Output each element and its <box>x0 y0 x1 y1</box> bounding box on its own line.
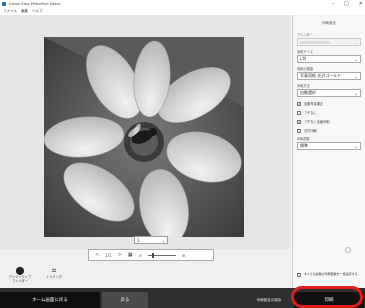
copies-select[interactable]: 標準 ⌄ <box>297 142 361 150</box>
date-print-checkbox[interactable] <box>297 128 301 133</box>
full-print-label: フチなし全面印刷 <box>304 120 330 124</box>
full-print-checkbox[interactable]: ✓ <box>297 119 301 124</box>
grid-view-icon[interactable]: ▦ <box>128 252 133 258</box>
full-print-option[interactable]: ✓ フチなし全面印刷 <box>297 119 361 124</box>
menu-bar: ファイル 編集 ヘルプ <box>0 8 365 15</box>
save-print-settings-button[interactable]: 印刷設定の保存 <box>247 292 291 308</box>
chevron-down-icon: ⌄ <box>354 90 358 96</box>
auto-correct-label: 自動写真補正 <box>304 102 324 106</box>
paper-size-label: 用紙サイズ <box>297 50 313 54</box>
menu-help[interactable]: ヘルプ <box>32 9 43 14</box>
trim-icon: ⌗ <box>51 266 57 275</box>
copies-label: 印刷部数 <box>297 137 310 141</box>
auto-correct-checkbox[interactable]: ✓ <box>297 101 301 106</box>
creative-filter-label: クリエイティブ フィルター <box>8 275 32 283</box>
print-settings-panel: 印刷設定 プリンター ⌄ 用紙サイズ L判 ⌄ 用紙の種類 写真用紙 光沢ゴール… <box>292 15 365 288</box>
page-indicator: 1/1 <box>105 252 112 258</box>
zoom-slider[interactable] <box>147 252 176 258</box>
paper-type-value: 写真用紙 光沢ゴールド <box>300 73 342 78</box>
borderless-label: フチなし <box>304 111 317 115</box>
zoom-in-icon[interactable]: ⊕ <box>182 253 185 258</box>
preview-area: 1 ⌄ < 1/1 > ▦ ⊖ ⊕ <box>0 15 290 261</box>
title-bar: Canon Easy-PhotoPrint Editor – □ ✕ <box>0 0 365 8</box>
creative-filter-tool[interactable]: ⬤ クリエイティブ フィルター <box>8 266 32 283</box>
paper-size-value: L判 <box>300 56 307 61</box>
date-print-label: 日付印刷 <box>304 129 317 133</box>
chevron-down-icon: ⌄ <box>161 237 165 243</box>
close-button[interactable]: ✕ <box>359 1 363 7</box>
window-title: Canon Easy-PhotoPrint Editor <box>9 2 61 6</box>
bulk-copies-option[interactable]: すべての画像の印刷部数を一括指定する <box>297 273 361 277</box>
bulk-copies-checkbox[interactable] <box>297 273 301 277</box>
chevron-down-icon: ⌄ <box>354 143 358 149</box>
date-print-option[interactable]: 日付印刷 <box>297 128 361 133</box>
next-page-icon[interactable]: > <box>118 252 122 258</box>
trim-tool[interactable]: ⌗ トリミング <box>44 266 64 279</box>
window-controls: – □ ✕ <box>332 0 363 8</box>
borderless-checkbox[interactable] <box>297 110 301 115</box>
panel-header: 印刷設定 <box>322 21 336 25</box>
photo-preview <box>44 37 244 237</box>
printer-name-redacted <box>300 40 330 44</box>
maximize-button[interactable]: □ <box>344 1 349 7</box>
home-button[interactable]: ホーム画面に戻る <box>0 292 100 308</box>
minimize-button[interactable]: – <box>332 1 335 7</box>
menu-edit[interactable]: 編集 <box>21 9 28 14</box>
edit-tools: ⬤ クリエイティブ フィルター ⌗ トリミング <box>0 264 290 288</box>
page-selector-value: 1 <box>137 237 140 243</box>
copies-value: 標準 <box>300 143 308 148</box>
paper-type-select[interactable]: 写真用紙 光沢ゴールド ⌄ <box>297 72 361 80</box>
paper-type-label: 用紙の種類 <box>297 67 313 71</box>
borderless-option[interactable]: フチなし <box>297 110 361 115</box>
creative-filter-icon: ⬤ <box>15 266 25 275</box>
print-quality-label: 印刷方法 <box>297 84 310 88</box>
prev-page-icon[interactable]: < <box>95 252 99 258</box>
trim-label: トリミング <box>46 275 62 279</box>
print-quality-select[interactable]: 自動選択 ⌄ <box>297 89 361 97</box>
print-quality-value: 自動選択 <box>300 90 316 95</box>
bulk-copies-label: すべての画像の印刷部数を一括指定する <box>304 272 358 277</box>
menu-file[interactable]: ファイル <box>3 9 17 14</box>
printer-select[interactable]: ⌄ <box>297 38 361 46</box>
chevron-down-icon: ⌄ <box>354 56 358 62</box>
printer-label: プリンター <box>297 33 313 37</box>
app-icon <box>2 2 6 6</box>
loading-indicator-icon <box>345 247 351 253</box>
chevron-down-icon: ⌄ <box>354 39 358 45</box>
print-button-highlight <box>291 286 363 308</box>
zoom-out-icon[interactable]: ⊖ <box>139 253 142 258</box>
chevron-down-icon: ⌄ <box>354 73 358 79</box>
paper-size-select[interactable]: L判 ⌄ <box>297 55 361 63</box>
zoom-slider-knob[interactable] <box>151 252 154 258</box>
back-button[interactable]: 戻る <box>102 292 148 308</box>
page-selector[interactable]: 1 ⌄ <box>134 236 168 244</box>
auto-correct-option[interactable]: ✓ 自動写真補正 <box>297 101 361 106</box>
page-navigation-bar: < 1/1 > ▦ ⊖ ⊕ <box>88 249 214 261</box>
